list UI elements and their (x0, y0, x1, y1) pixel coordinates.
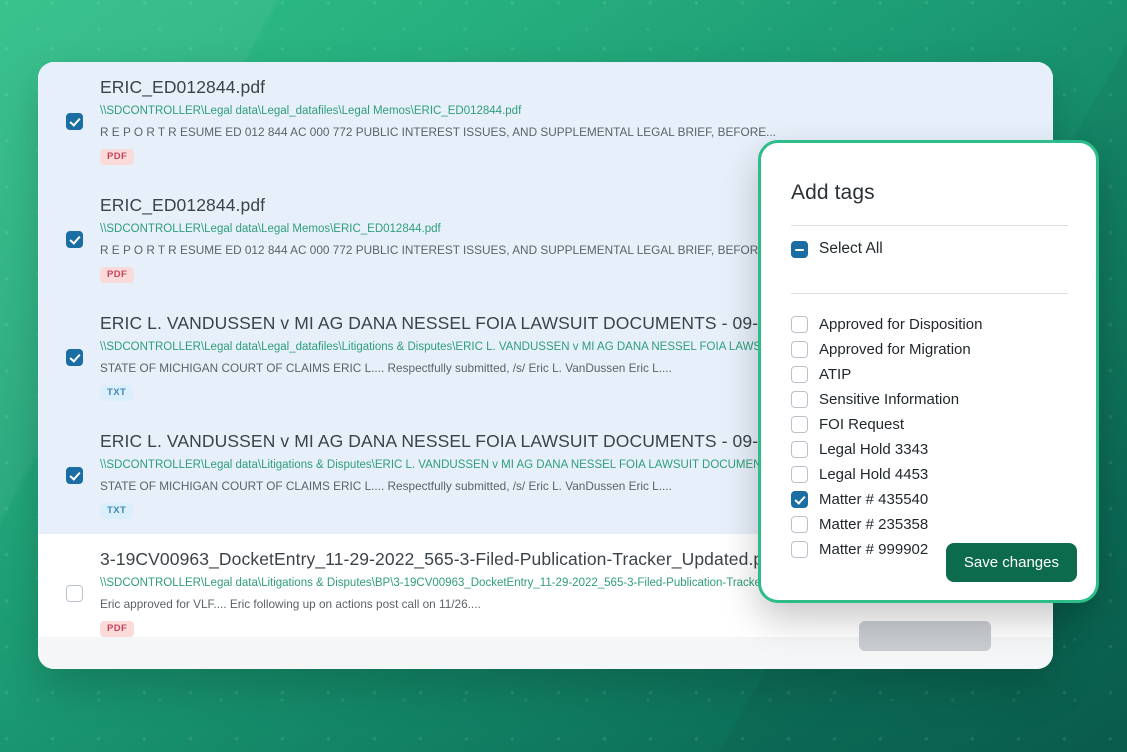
document-row-checkbox[interactable] (65, 112, 83, 130)
tag-checkbox[interactable] (791, 391, 808, 408)
add-tags-dialog: Add tags Select All Approved for Disposi… (758, 140, 1099, 603)
tag-checkbox-list: Approved for Disposition Approved for Mig… (791, 294, 1068, 562)
save-changes-button[interactable]: Save changes (945, 543, 1077, 582)
file-type-badge: PDF (100, 267, 135, 284)
tag-checkbox[interactable] (791, 466, 808, 483)
document-row-checkbox[interactable] (65, 230, 83, 248)
tag-checkbox[interactable] (791, 491, 808, 508)
document-row-checkbox-wrap[interactable] (52, 584, 96, 602)
tag-label: Matter # 999902 (819, 541, 929, 558)
file-type-badge: PDF (100, 149, 135, 166)
document-snippet: R E P O R T R ESUME ED 012 844 AC 000 77… (100, 124, 776, 139)
tag-item[interactable]: Approved for Disposition (791, 312, 1068, 337)
tag-checkbox[interactable] (791, 316, 808, 333)
tag-item[interactable]: Sensitive Information (791, 387, 1068, 412)
file-type-badge: TXT (100, 503, 134, 520)
tag-label: FOI Request (819, 416, 905, 433)
tag-label: Legal Hold 4453 (819, 466, 929, 483)
tag-label: Legal Hold 3343 (819, 441, 929, 458)
app-background: ERIC_ED012844.pdf \\SDCONTROLLER\Legal da… (0, 0, 1127, 752)
file-type-badge: TXT (100, 385, 134, 402)
tag-checkbox[interactable] (791, 541, 808, 558)
tag-label: Matter # 435540 (819, 491, 929, 508)
document-path: \\SDCONTROLLER\Legal data\Legal_datafile… (100, 104, 522, 117)
tag-item[interactable]: Matter # 435540 (791, 487, 1068, 512)
document-row-checkbox-wrap[interactable] (52, 230, 96, 248)
document-row-checkbox[interactable] (65, 466, 83, 484)
document-row-checkbox-wrap[interactable] (52, 112, 96, 130)
tag-label: Matter # 235358 (819, 516, 929, 533)
tag-label: Approved for Migration (819, 341, 971, 358)
file-type-badge: PDF (100, 621, 135, 638)
tag-checkbox[interactable] (791, 341, 808, 358)
tag-item[interactable]: Matter # 235358 (791, 512, 1068, 537)
tag-checkbox[interactable] (791, 441, 808, 458)
document-row-checkbox[interactable] (65, 584, 83, 602)
add-tags-title: Add tags (791, 181, 875, 204)
tag-item[interactable]: Legal Hold 3343 (791, 437, 1068, 462)
tag-label: ATIP (819, 366, 852, 383)
document-title[interactable]: ERIC_ED012844.pdf (100, 77, 1031, 99)
document-row-checkbox[interactable] (65, 348, 83, 366)
tag-item[interactable]: ATIP (791, 362, 1068, 387)
add-tags-dialog-body: Add tags Select All Approved for Disposi… (761, 143, 1096, 562)
document-row-checkbox-wrap[interactable] (52, 466, 96, 484)
tag-item[interactable]: Approved for Migration (791, 337, 1068, 362)
select-all-checkbox[interactable] (791, 240, 808, 258)
tag-label: Approved for Disposition (819, 316, 983, 333)
select-all-row[interactable]: Select All (791, 226, 1068, 273)
select-all-label: Select All (819, 240, 883, 257)
background-action-button[interactable] (859, 621, 991, 651)
tag-item[interactable]: Legal Hold 4453 (791, 462, 1068, 487)
tag-item[interactable]: FOI Request (791, 412, 1068, 437)
document-row-checkbox-wrap[interactable] (52, 348, 96, 366)
tag-checkbox[interactable] (791, 516, 808, 533)
tag-label: Sensitive Information (819, 391, 960, 408)
tag-checkbox[interactable] (791, 416, 808, 433)
tag-checkbox[interactable] (791, 366, 808, 383)
